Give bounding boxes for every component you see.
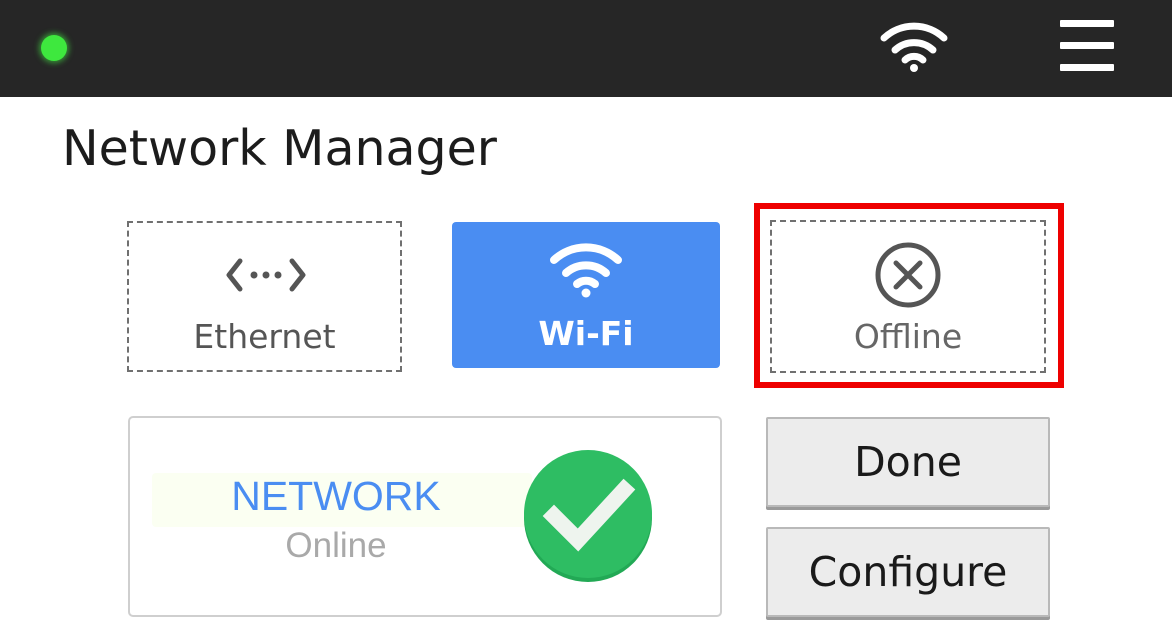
done-button[interactable]: Done — [766, 417, 1050, 507]
network-status-state: Online — [285, 526, 387, 565]
check-circle-icon — [524, 450, 652, 582]
ethernet-mode-button[interactable]: Ethernet — [127, 221, 402, 372]
hamburger-menu-icon[interactable] — [1056, 18, 1118, 74]
ethernet-label: Ethernet — [193, 317, 336, 356]
status-dot-icon — [41, 35, 67, 61]
wifi-label: Wi-Fi — [538, 314, 634, 353]
wifi-icon[interactable] — [880, 22, 948, 72]
offline-mode-button[interactable]: Offline — [770, 220, 1046, 373]
top-bar — [0, 0, 1172, 97]
wifi-icon — [550, 243, 622, 298]
network-status-title: NETWORK — [231, 473, 441, 519]
configure-button[interactable]: Configure — [766, 527, 1050, 617]
circle-x-icon — [875, 242, 941, 308]
wifi-mode-button[interactable]: Wi-Fi — [452, 222, 720, 368]
ethernet-icon — [226, 258, 306, 292]
page-title: Network Manager — [62, 120, 497, 177]
offline-label: Offline — [853, 317, 963, 356]
network-status-card: NETWORK Online — [128, 416, 722, 617]
